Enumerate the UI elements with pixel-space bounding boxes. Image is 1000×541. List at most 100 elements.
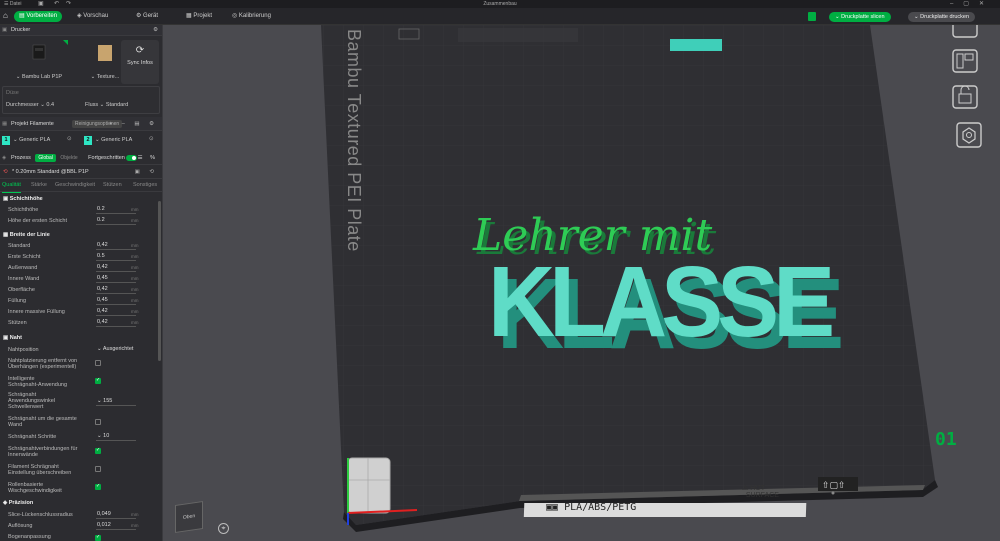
- filament-slot-2-name: Generic PLA: [101, 137, 133, 143]
- param-value-input[interactable]: 0,42: [96, 286, 136, 294]
- tab-quality[interactable]: Qualität: [2, 179, 21, 193]
- param-value-input[interactable]: 0,45: [96, 297, 136, 305]
- preset-save-icons[interactable]: ▣ ⟲: [135, 165, 158, 179]
- 3d-viewport[interactable]: ⇧▢⇧ KLASSE KLASSE Lehrer mit Lehrer mit …: [163, 25, 1000, 541]
- filament-1-settings-icon[interactable]: ⊙: [67, 136, 72, 142]
- plate-grid-icon[interactable]: [808, 12, 816, 21]
- filament-slot-1[interactable]: 1 ⌄ Generic PLA: [2, 136, 50, 145]
- param-unit: mm: [131, 512, 139, 517]
- tab-others[interactable]: Sonstiges: [133, 179, 157, 192]
- process-preset-name: * 0.20mm Standard @BBL P1P: [12, 169, 89, 175]
- window-controls[interactable]: –▢✕: [950, 0, 994, 7]
- origin-block[interactable]: [347, 457, 391, 514]
- param-value-input[interactable]: 0,42: [96, 319, 136, 327]
- sidebar-scrollbar[interactable]: [158, 201, 161, 361]
- process-tabs: Qualität Stärke Geschwindigkeit Stützen …: [0, 179, 162, 193]
- filament-scarf-checkbox[interactable]: [95, 466, 101, 472]
- printer-name-text: Bambu Lab P1P: [22, 74, 63, 80]
- param-resolution: Auflösung 0,012 mm: [8, 522, 158, 530]
- sync-info-button[interactable]: ⟳ Sync Infos: [121, 40, 159, 84]
- tab-calibration[interactable]: ◎ Kalibrierung: [227, 11, 276, 22]
- top-model-part[interactable]: [670, 39, 722, 51]
- flow-select[interactable]: Fluss ⌄ Standard: [85, 102, 128, 108]
- tab-prepare[interactable]: ▤ Vorbereiten: [14, 11, 63, 22]
- smart-scarf-checkbox[interactable]: [95, 377, 101, 384]
- tab-supports[interactable]: Stützen: [103, 179, 122, 192]
- seam-position-select[interactable]: ⌄ Ausgerichtet: [96, 346, 136, 354]
- param-label: Nahtposition: [8, 347, 39, 353]
- param-value-input[interactable]: 0,42: [96, 308, 136, 316]
- hot-label-1: HOT: [750, 485, 766, 492]
- param-label: Innenwände: [8, 452, 38, 458]
- scarf-steps-input[interactable]: ⌄ 10: [96, 433, 136, 441]
- scarf-inner-walls-checkbox[interactable]: [95, 447, 101, 454]
- param-value-input[interactable]: 0,45: [96, 275, 136, 283]
- param-width-solid-infill: Innere massive Füllung 0,42 mm: [8, 308, 158, 316]
- param-scarf-angle: Schrägnaht Anwendungswinkel Schwellenwert ⌄…: [8, 392, 158, 410]
- plate-toolbar: [458, 28, 578, 42]
- param-value-input[interactable]: 0,049: [96, 511, 136, 519]
- group-precision: ◈ Präzision: [3, 500, 34, 506]
- seam-placement-checkbox[interactable]: [95, 360, 101, 366]
- param-scarf-inner-walls: Schrägnahtverbindungen für Innenwände: [8, 446, 158, 458]
- param-value-input[interactable]: 0,42: [96, 242, 136, 250]
- slice-plate-button[interactable]: ⌄ Druckplatte slicen: [829, 12, 891, 22]
- home-icon[interactable]: ⌂: [3, 11, 12, 20]
- param-label: Einstellung überschreiben: [8, 470, 72, 476]
- tab-speed[interactable]: Geschwindigkeit: [55, 179, 95, 192]
- param-label: Schrägnaht-Anwendung: [8, 382, 68, 388]
- param-label: Höhe der ersten Schicht: [8, 218, 68, 224]
- print-plate-button[interactable]: ⌄ Druckplatte drucken: [908, 12, 976, 22]
- group-seam: ▣ Naht: [3, 335, 22, 341]
- param-label: Füllung: [8, 298, 27, 304]
- scarf-angle-input[interactable]: ⌄ 155: [96, 398, 136, 406]
- process-title: Prozess: [11, 155, 31, 161]
- group-seam-title: Naht: [9, 335, 22, 341]
- param-slice-gap: Slice-Lückenschlussradius 0,049 mm: [8, 511, 158, 519]
- advanced-toggle[interactable]: [126, 154, 138, 161]
- filament-slot-2[interactable]: 2 ⌄ Generic PLA: [84, 136, 132, 145]
- param-unit: mm: [131, 320, 139, 325]
- process-action-icons[interactable]: ☰ %: [138, 151, 158, 165]
- param-value-input[interactable]: 0.2: [96, 217, 136, 225]
- role-based-wipe-checkbox[interactable]: [95, 483, 101, 490]
- nozzle-box-title: Düse: [6, 90, 19, 96]
- nozzle-diameter[interactable]: Durchmesser ⌄ 0.4: [6, 102, 54, 108]
- assembly-icon[interactable]: [952, 18, 978, 38]
- param-label: Außenwand: [8, 265, 38, 271]
- process-preset[interactable]: ⟲ * 0.20mm Standard @BBL P1P ▣ ⟲: [0, 165, 162, 179]
- arc-fitting-checkbox[interactable]: [95, 534, 101, 541]
- flow-value: Standard: [105, 102, 129, 108]
- filament-action-icons[interactable]: + – ▤ ⚙: [109, 117, 158, 131]
- param-label: Innere Wand: [8, 276, 40, 282]
- tab-strength[interactable]: Stärke: [31, 179, 47, 192]
- model-script[interactable]: Lehrer mit: [472, 210, 712, 261]
- tab-project[interactable]: ▦ Projekt: [181, 11, 217, 22]
- printer-settings-icon[interactable]: ⚙: [153, 25, 158, 36]
- flow-label: Fluss: [85, 102, 99, 108]
- param-value-input[interactable]: 0,012: [96, 522, 136, 530]
- tab-preview-label: Vorschau: [83, 13, 109, 19]
- param-value-input[interactable]: 0.2: [96, 206, 136, 214]
- param-value-input[interactable]: 0,42: [96, 264, 136, 272]
- param-smart-scarf: Intelligente Schrägnaht-Anwendung: [8, 376, 158, 388]
- param-value-input[interactable]: 0.5: [96, 253, 136, 261]
- filament-2-settings-icon[interactable]: ⊙: [149, 136, 154, 142]
- hot-label-2: SURFACE: [745, 492, 779, 499]
- param-width-outer-wall: Außenwand 0,42 mm: [8, 264, 158, 272]
- zoom-fit-icon[interactable]: ⌖: [218, 523, 229, 534]
- process-objects-toggle[interactable]: Objekte: [57, 154, 80, 162]
- lock-icon[interactable]: [952, 85, 978, 109]
- param-width-infill: Füllung 0,45 mm: [8, 297, 158, 305]
- preset-modified-icon: ⟲: [3, 169, 8, 175]
- printer-card[interactable]: ⌄ Bambu Lab P1P: [14, 40, 68, 84]
- process-global-toggle[interactable]: Global: [35, 154, 56, 162]
- param-seam-position: Nahtposition ⌄ Ausgerichtet: [8, 346, 158, 354]
- view-cube-label: Oben: [182, 513, 196, 521]
- view-cube[interactable]: Oben: [175, 501, 203, 533]
- filament-slot-1-number: 1: [2, 136, 10, 145]
- tab-preview[interactable]: ◈ Vorschau: [72, 11, 113, 22]
- param-label: Slice-Lückenschlussradius: [8, 512, 73, 518]
- tab-device[interactable]: ⚙ Gerät: [131, 11, 163, 22]
- scarf-entire-wall-checkbox[interactable]: [95, 419, 101, 425]
